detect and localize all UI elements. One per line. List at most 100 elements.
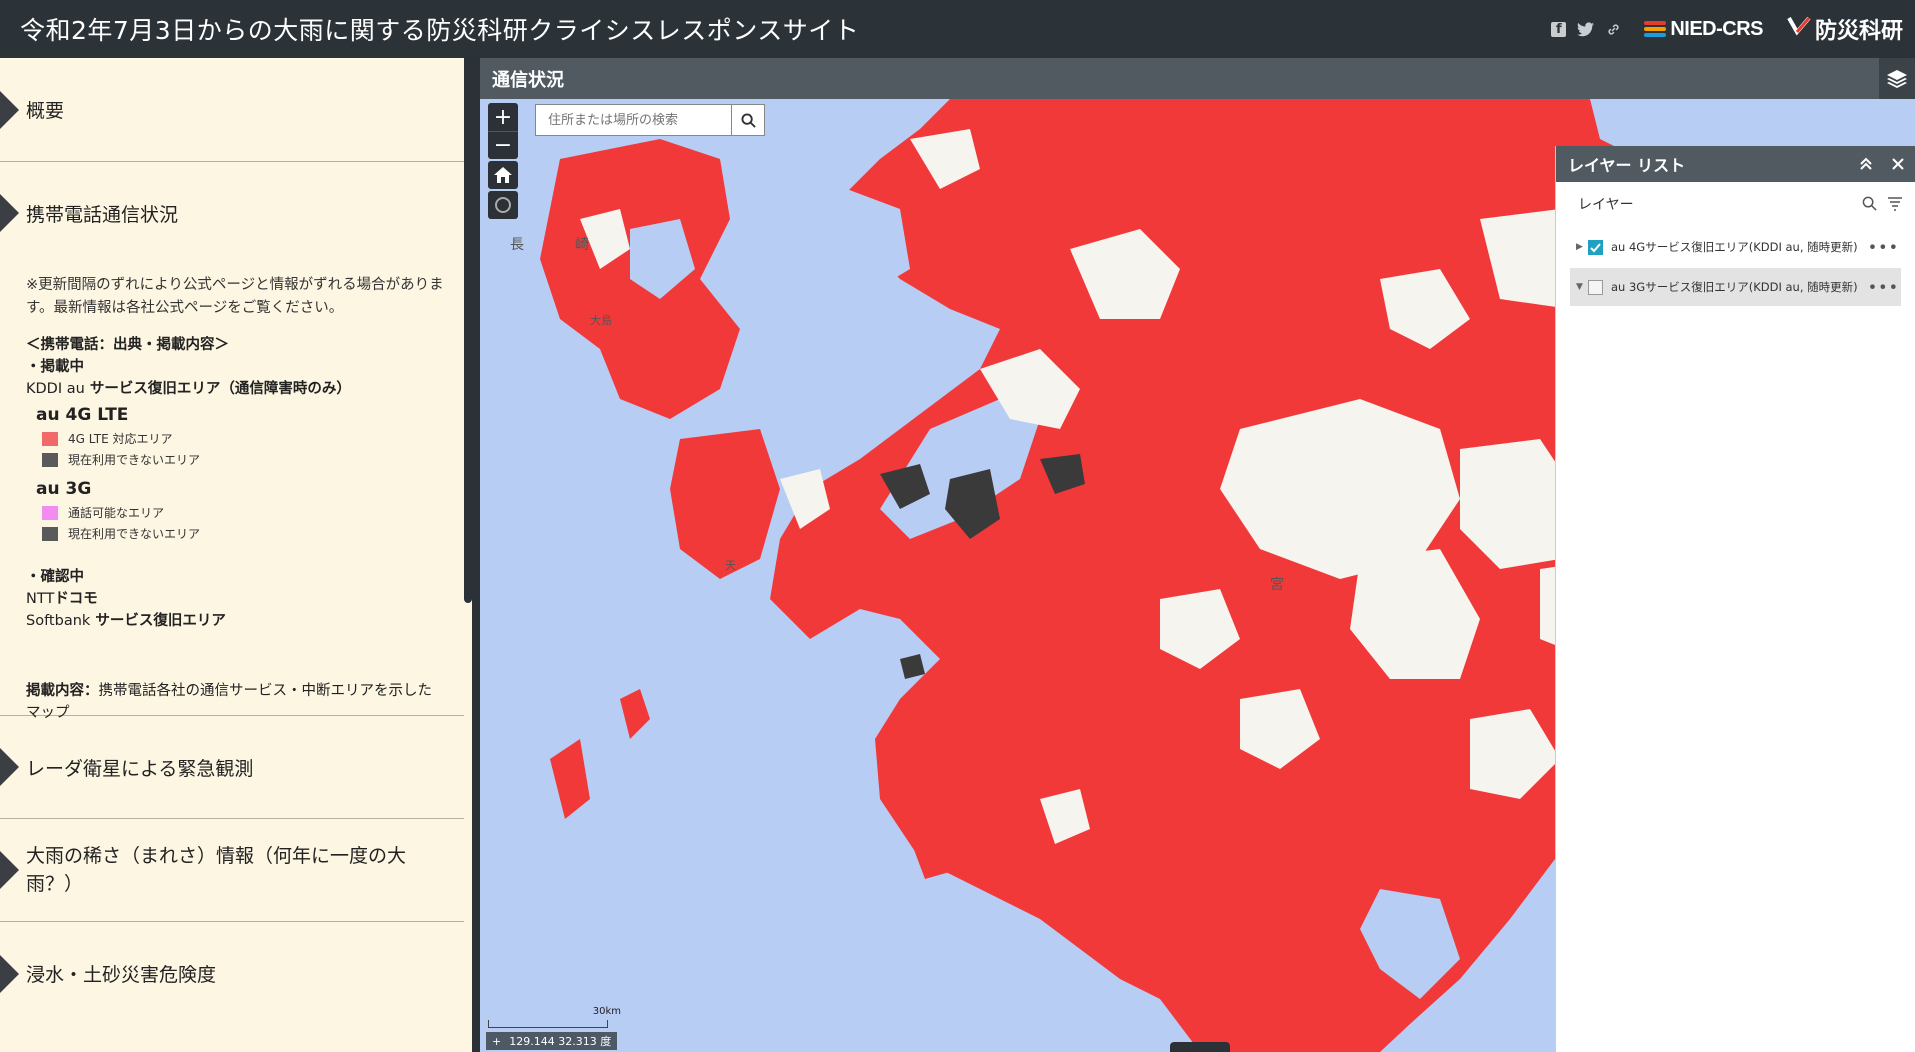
ntt-line: NTTドコモ [26, 588, 446, 610]
chevron-right-icon [0, 194, 19, 232]
scale-label: 30km [592, 1006, 621, 1017]
legend-item: 通話可能なエリア [42, 502, 446, 523]
legend-4g-title: au 4G LTE [36, 405, 129, 425]
section-mobile[interactable]: 携帯電話通信状況 [0, 162, 472, 264]
site-title: 令和2年7月3日からの大雨に関する防災科研クライシスレスポンスサイト [20, 16, 860, 45]
layer-search-button[interactable] [1862, 196, 1877, 215]
kddi-line: KDDI au サービス復旧エリア（通信障害時のみ） [26, 378, 446, 400]
scrollbar-thumb[interactable] [464, 58, 472, 603]
softbank-service: サービス復旧エリア [90, 613, 226, 629]
map-panel-header: 通信状況 [480, 58, 1915, 99]
top-bar: 令和2年7月3日からの大雨に関する防災科研クライシスレスポンスサイト f NIE… [0, 0, 1915, 58]
chevron-right-icon [0, 748, 19, 786]
sidebar-scrollbar[interactable] [464, 58, 472, 1052]
section-label: レーダ衛星による緊急観測 [26, 757, 254, 780]
legend-item: 現在利用できないエリア [42, 449, 446, 470]
facebook-icon[interactable]: f [1551, 21, 1567, 37]
layer-list-title: レイヤー リスト [1568, 156, 1686, 175]
nied-logo[interactable]: 防災科研 [1787, 13, 1903, 45]
nied-crs-logo[interactable]: NIED-CRS [1644, 18, 1763, 41]
legend-swatch [42, 505, 58, 520]
coords-value: 129.144 32.313 度 [509, 1035, 612, 1048]
layer-filter-button[interactable] [1887, 196, 1903, 215]
caret-right-icon[interactable]: ▶ [1576, 242, 1586, 252]
softbank-prefix: Softbank [26, 613, 91, 629]
check-icon [1590, 242, 1601, 252]
home-button[interactable] [488, 161, 518, 189]
crs-logo-text: NIED-CRS [1670, 17, 1763, 40]
legend-label: 4G LTE 対応エリア [68, 431, 173, 446]
layer-checkbox[interactable] [1588, 279, 1603, 295]
bottom-panel-handle[interactable] [1170, 1042, 1230, 1052]
search-input[interactable] [536, 106, 726, 134]
legend-swatch [42, 431, 58, 446]
section-flood-risk[interactable]: 浸水・土砂災害危険度 [0, 922, 472, 1025]
layers-icon [1887, 69, 1907, 88]
section-rainfall-rarity[interactable]: 大雨の稀さ（まれさ）情報（何年に一度の大雨？） [0, 819, 472, 922]
section-label: 携帯電話通信状況 [26, 203, 179, 226]
legend-item: 4G LTE 対応エリア [42, 428, 446, 449]
mobile-section-body: ※更新間隔のずれにより公式ページと情報がずれる場合があります。最新情報は各社公式… [0, 264, 472, 721]
filter-icon [1888, 197, 1902, 211]
section-label: 大雨の稀さ（まれさ）情報（何年に一度の大雨？） [26, 845, 407, 895]
layer-item-4g[interactable]: ▶ au 4Gサービス復旧エリア(KDDI au, 随時更新) ••• [1570, 228, 1901, 266]
layer-list-header: レイヤー リスト [1556, 146, 1915, 182]
layer-label: au 4Gサービス復旧エリア(KDDI au, 随時更新) [1611, 240, 1858, 254]
section-overview[interactable]: 概要 [0, 58, 472, 162]
zoom-in-button[interactable]: + [488, 103, 518, 131]
update-note: ※更新間隔のずれにより公式ページと情報がずれる場合があります。最新情報は各社公式… [26, 277, 444, 316]
ntt-service: ドコモ [54, 591, 98, 607]
chevron-double-up-icon [1860, 157, 1872, 170]
sidebar: 概要 携帯電話通信状況 ※更新間隔のずれにより公式ページと情報がずれる場合があり… [0, 58, 472, 1052]
more-options-icon[interactable]: ••• [1868, 278, 1899, 297]
legend-item: 現在利用できないエリア [42, 523, 446, 544]
scale-bar: 30km [488, 1006, 621, 1028]
legend-label: 現在利用できないエリア [68, 452, 201, 467]
chevron-right-icon [0, 90, 19, 129]
map-panel: 通信状況 長 崎 宮 大島 天 + − 住所または場所の検索 30km + 12… [480, 58, 1915, 1052]
layer-tool-label: レイヤー [1578, 197, 1634, 213]
layer-checkbox[interactable] [1588, 239, 1603, 255]
header-actions: f NIED-CRS 防災科研 [1551, 0, 1903, 58]
crs-mark-icon [1644, 21, 1667, 37]
layer-list-panel: レイヤー リスト レイヤー ▶ au 4Gサービス復旧エリア(KDDI au, … [1555, 146, 1915, 1052]
softbank-line: Softbank サービス復旧エリア [26, 610, 446, 632]
twitter-icon[interactable] [1576, 20, 1594, 38]
legend-swatch [42, 452, 58, 467]
locate-button[interactable] [488, 191, 518, 219]
search-button[interactable] [731, 105, 764, 135]
legend-label: 現在利用できないエリア [68, 526, 201, 541]
layer-label: au 3Gサービス復旧エリア(KDDI au, 随時更新) [1611, 280, 1858, 294]
kddi-prefix: KDDI au [26, 381, 85, 397]
plus-icon: + [493, 104, 513, 130]
layer-item-3g[interactable]: ▼ au 3Gサービス復旧エリア(KDDI au, 随時更新) ••• [1570, 268, 1901, 306]
section-radar[interactable]: レーダ衛星による緊急観測 [0, 716, 472, 819]
search-icon [740, 112, 756, 128]
more-options-icon[interactable]: ••• [1868, 238, 1899, 257]
map-search [535, 104, 765, 136]
content-label: 掲載内容： [26, 683, 99, 699]
coords-prefix[interactable]: + [492, 1035, 501, 1048]
coordinate-readout: + 129.144 32.313 度 [486, 1032, 618, 1050]
map-panel-title: 通信状況 [492, 69, 564, 91]
link-icon[interactable] [1604, 20, 1622, 38]
nied-mark-icon [1787, 16, 1811, 42]
legend-3g-title: au 3G [36, 479, 92, 499]
zoom-out-button[interactable]: − [488, 131, 518, 159]
layers-toggle-button[interactable] [1879, 58, 1915, 99]
legend-label: 通話可能なエリア [68, 505, 165, 520]
collapse-button[interactable] [1851, 146, 1881, 182]
checking-label: ・確認中 [26, 569, 84, 585]
close-icon [1892, 158, 1904, 170]
close-button[interactable] [1883, 146, 1913, 182]
caret-down-icon[interactable]: ▼ [1576, 282, 1586, 292]
section-label: 概要 [26, 100, 65, 122]
published-label: ・掲載中 [26, 359, 84, 375]
legend-swatch [42, 526, 58, 541]
place-label: 天 [725, 559, 736, 572]
chevron-right-icon [0, 954, 19, 993]
minus-icon: − [493, 133, 513, 158]
nied-logo-text: 防災科研 [1814, 19, 1903, 44]
map-canvas[interactable]: 長 崎 宮 大島 天 + − 30km [480, 99, 1915, 1052]
section-label: 浸水・土砂災害危険度 [26, 964, 217, 986]
